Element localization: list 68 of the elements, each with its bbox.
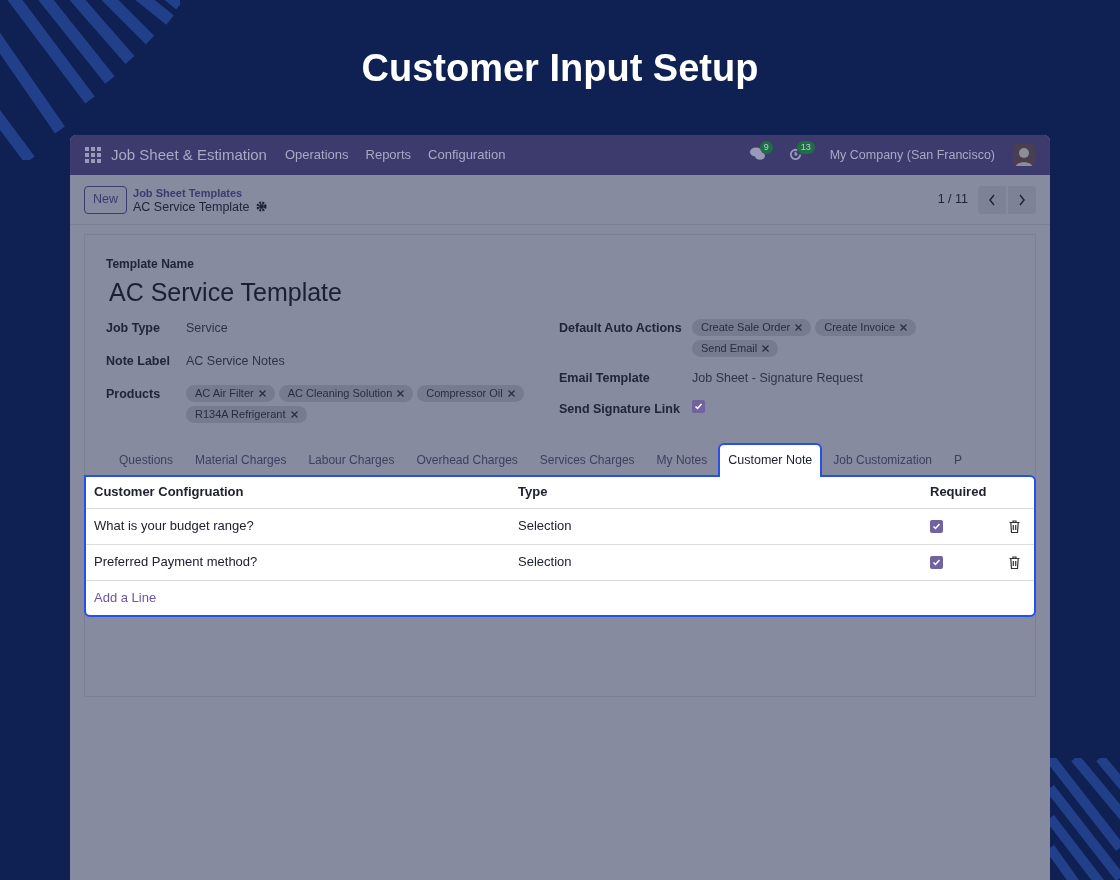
tag-label: R134A Refrigerant (195, 406, 286, 422)
chevron-right-icon (1018, 193, 1026, 206)
tag-label: Create Sale Order (701, 320, 791, 336)
remove-tag-icon[interactable] (507, 389, 515, 397)
table-cell-text: Preferred Payment method? (94, 553, 259, 572)
tab[interactable]: Labour Charges (297, 444, 406, 475)
tab[interactable]: Job Customization (822, 444, 944, 475)
field-label: Default Auto Actions (559, 320, 683, 337)
message-count-badge: 9 (759, 141, 773, 154)
activity-count-badge: 13 (796, 141, 815, 154)
remove-tag-icon[interactable] (762, 345, 770, 352)
tag-label: Create Invoice (824, 320, 896, 336)
remove-tag-icon[interactable] (290, 410, 298, 418)
tag-label: Send Email (701, 341, 758, 357)
settings-icon[interactable] (255, 201, 267, 212)
tab[interactable]: Material Charges (184, 444, 298, 475)
field-label: Template Name (106, 256, 195, 273)
tab[interactable]: Overhead Charges (405, 444, 529, 475)
table-cell-text: Selection (518, 553, 573, 572)
clock-icon[interactable] (787, 147, 803, 162)
table-cell-text: What is your budget range? (94, 517, 255, 536)
field-label: Job Type (106, 320, 161, 337)
field-value[interactable]: AC Service Notes (186, 351, 285, 371)
breadcrumb-link[interactable]: Job Sheet Templates (133, 185, 267, 200)
tab[interactable]: Customer Note (718, 442, 823, 477)
table-cell-text: Selection (518, 517, 573, 536)
checkbox[interactable] (930, 519, 943, 533)
tab[interactable]: P (943, 444, 974, 475)
chat-bubbles-icon[interactable] (749, 147, 766, 161)
field-label: Send Signature Link (559, 400, 681, 418)
trash-icon[interactable] (1009, 555, 1020, 569)
remove-tag-icon[interactable] (397, 389, 405, 397)
new-button[interactable]: New (84, 185, 127, 214)
next-button[interactable] (1008, 185, 1036, 214)
tag-label: AC Cleaning Solution (287, 385, 393, 401)
tab[interactable]: My Notes (645, 444, 719, 475)
checkbox[interactable] (692, 399, 705, 413)
tag-label: Compressor Oil (426, 385, 503, 401)
remove-tag-icon[interactable] (795, 324, 803, 331)
field-value[interactable]: Job Sheet - Signature Request (692, 369, 863, 388)
field-label: Email Template (559, 370, 651, 387)
menu-item[interactable]: Operations (284, 145, 349, 165)
remove-tag-icon[interactable] (900, 324, 908, 331)
column-header: Required (930, 483, 988, 502)
apps-grid-icon[interactable] (85, 147, 101, 163)
page-title: Customer Input Setup (361, 46, 759, 91)
chevron-left-icon (988, 193, 996, 206)
field-label: Note Label (106, 352, 171, 370)
user-avatar-icon[interactable] (1013, 144, 1035, 166)
previous-button[interactable] (978, 185, 1006, 214)
trash-icon[interactable] (1009, 519, 1020, 533)
menu-item[interactable]: Reports (365, 145, 412, 165)
column-header: Customer Configruation (94, 483, 245, 502)
template-name-field[interactable]: AC Service Template (109, 275, 1014, 309)
company-switcher[interactable]: My Company (San Francisco) (829, 145, 995, 165)
app-name[interactable]: Job Sheet & Estimation (111, 143, 267, 167)
field-value[interactable]: Service (186, 319, 228, 338)
tab[interactable]: Services Charges (528, 444, 646, 475)
field-label: Products (106, 385, 162, 403)
tag-label: AC Air Filter (195, 385, 254, 401)
add-line-link[interactable]: Add a Line (94, 587, 157, 608)
menu-item[interactable]: Configuration (428, 145, 506, 165)
remove-tag-icon[interactable] (258, 389, 266, 397)
tab[interactable]: Questions (108, 444, 185, 475)
pager-value: 1 / 11 (937, 191, 968, 209)
record-name: AC Service Template (133, 199, 250, 214)
column-header: Type (518, 483, 549, 502)
checkbox[interactable] (930, 555, 943, 569)
